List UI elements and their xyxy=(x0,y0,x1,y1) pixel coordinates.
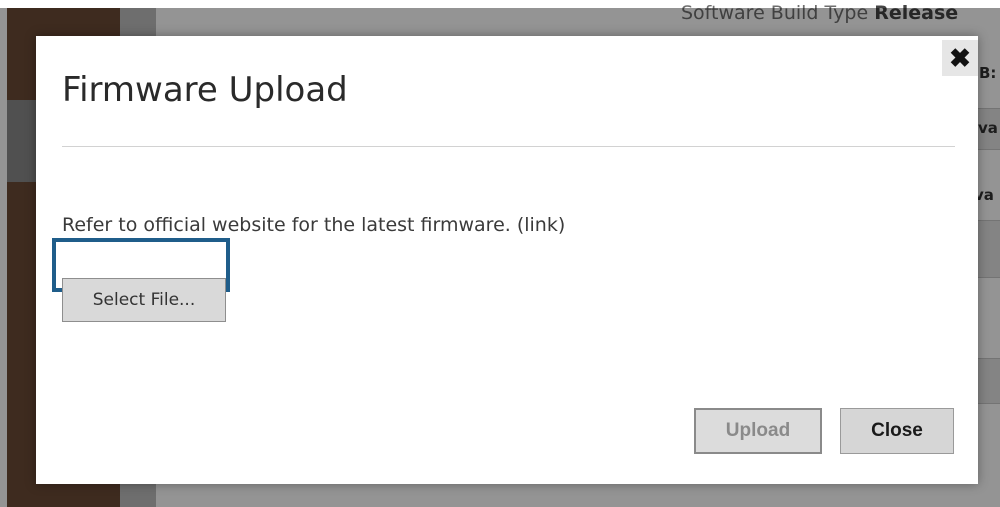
upload-button[interactable]: Upload xyxy=(694,408,822,454)
select-file-button[interactable]: Select File... xyxy=(62,278,226,322)
firmware-upload-dialog: Firmware Upload ✖ Refer to official webs… xyxy=(36,36,978,484)
close-icon[interactable]: ✖ xyxy=(942,40,978,76)
close-button[interactable]: Close xyxy=(840,408,954,454)
title-divider xyxy=(62,146,955,147)
firmware-info-text: Refer to official website for the latest… xyxy=(62,214,566,236)
dialog-title: Firmware Upload xyxy=(62,70,348,110)
screen: Software Build Type Release B: va va Fir… xyxy=(0,0,1000,507)
